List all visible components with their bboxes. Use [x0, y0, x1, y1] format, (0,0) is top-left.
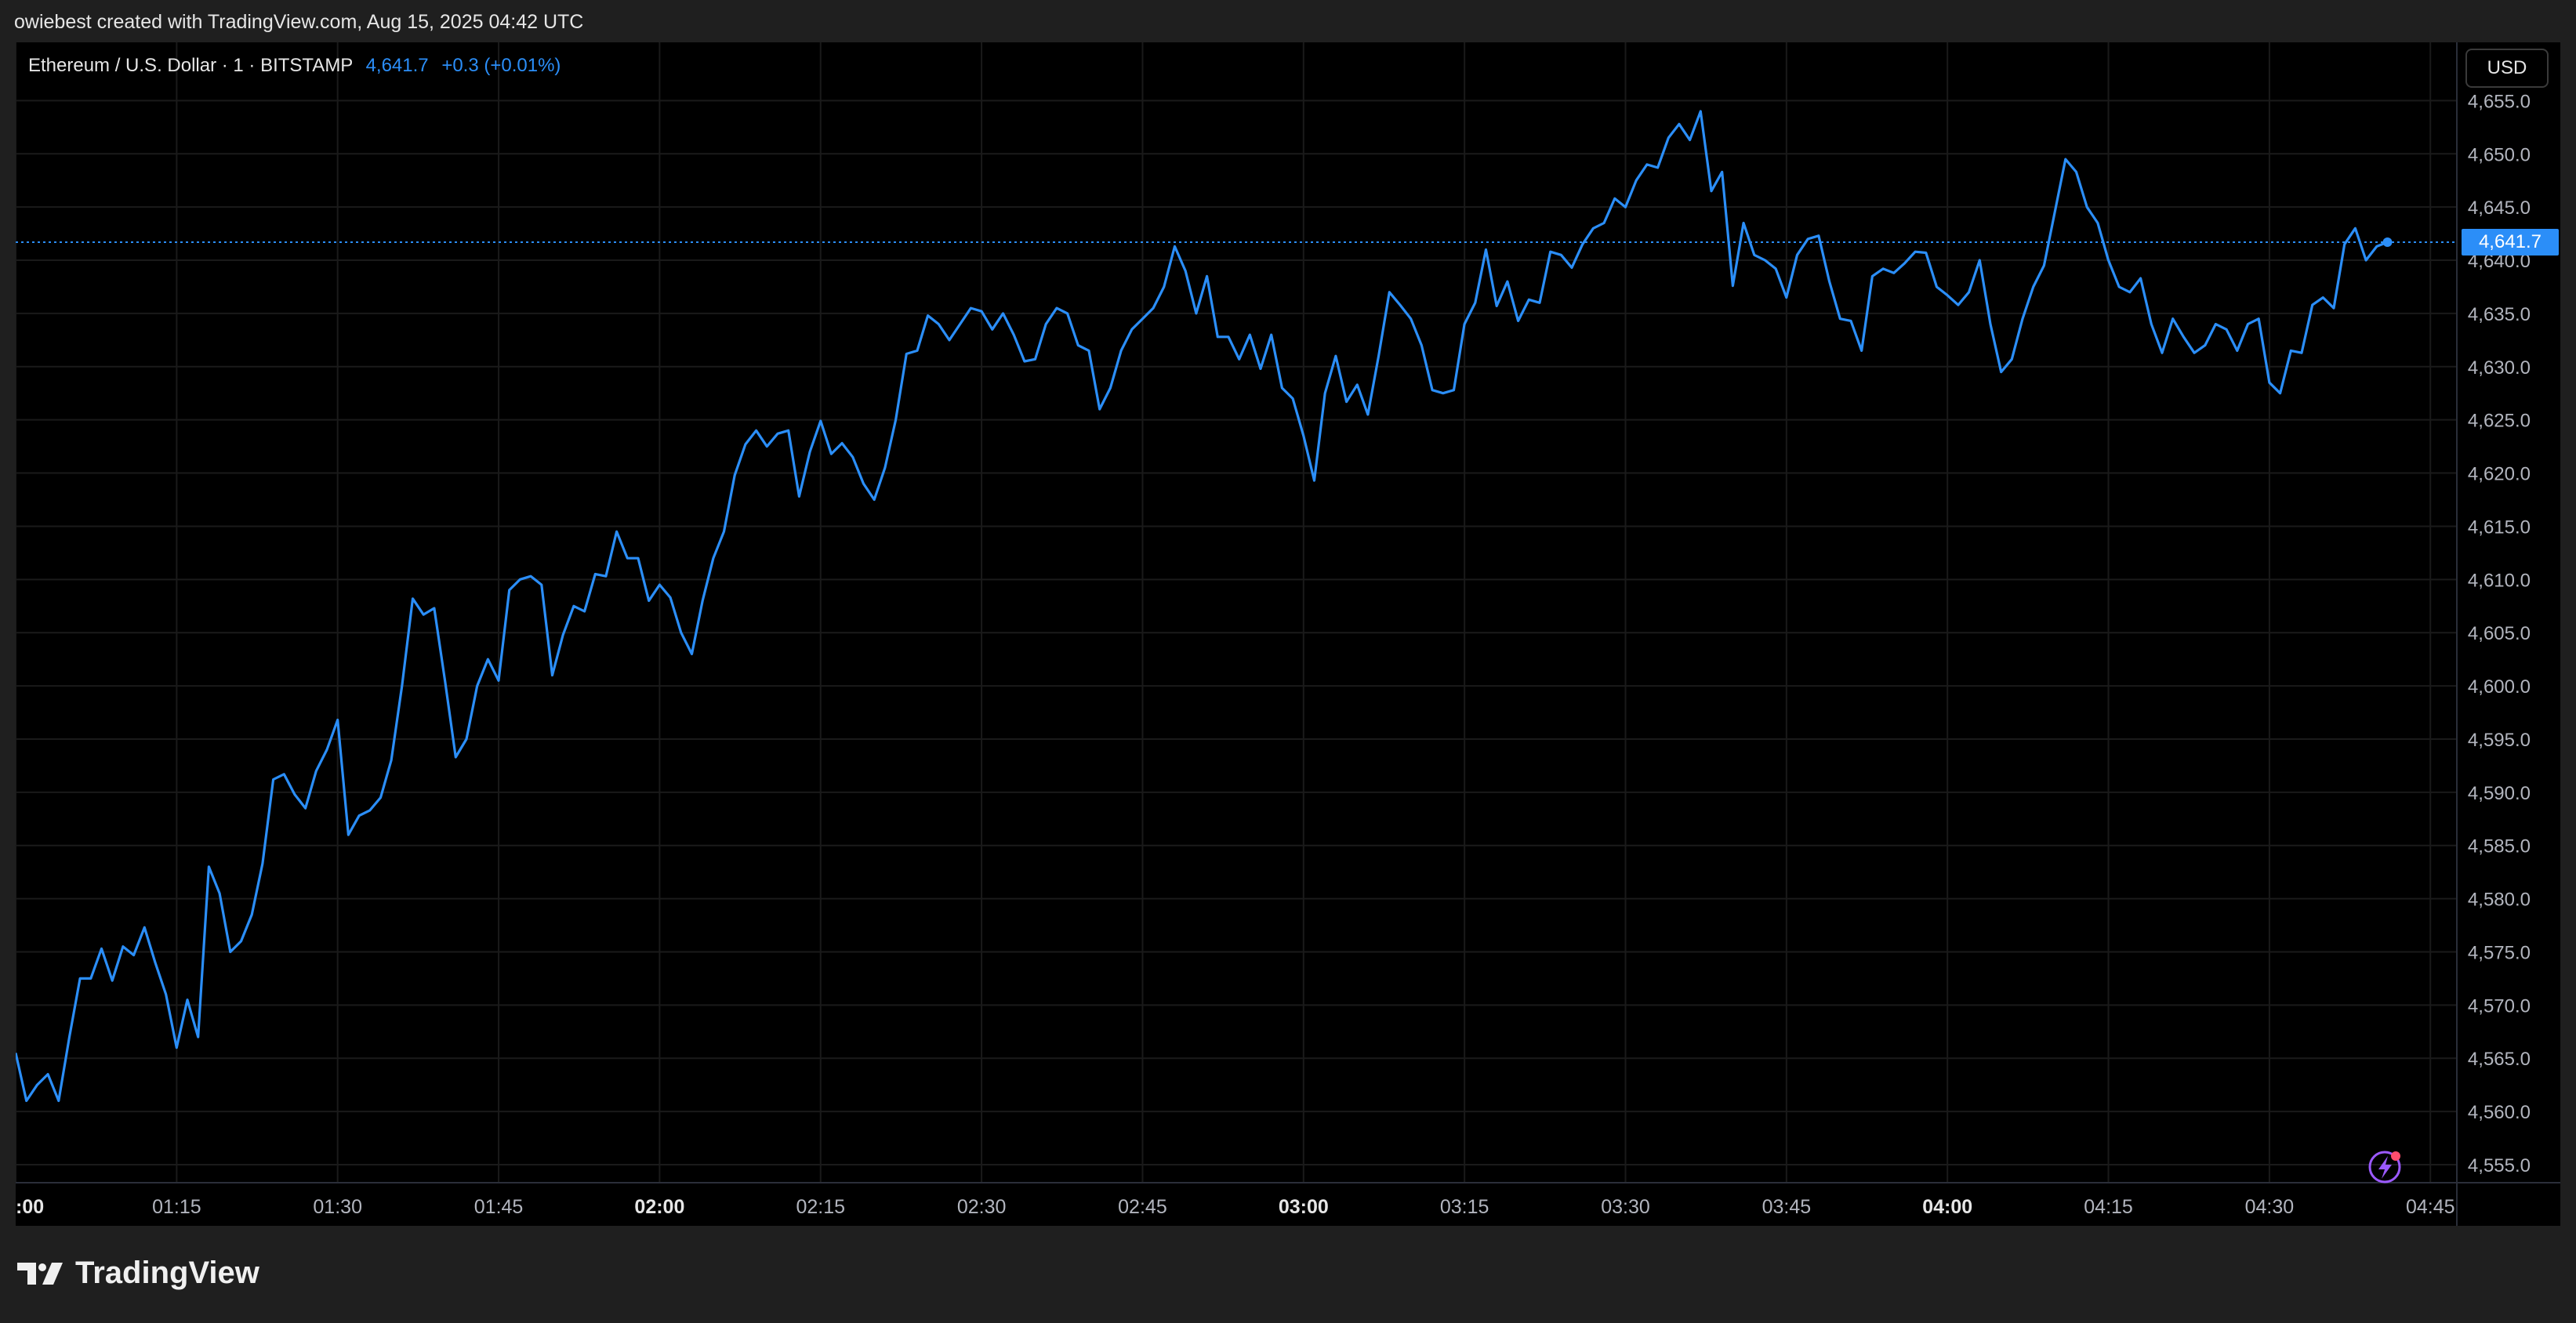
y-tick-label: 4,630.0 — [2468, 357, 2531, 379]
symbol-name[interactable]: Ethereum / U.S. Dollar · 1 · BITSTAMP — [28, 55, 353, 76]
x-tick-label: 03:45 — [1762, 1196, 1812, 1218]
watermark-icon-group — [2368, 1151, 2401, 1183]
x-tick-label: 04:00 — [1922, 1196, 1972, 1218]
y-tick-label: 4,655.0 — [2468, 91, 2531, 112]
y-tick-label: 4,590.0 — [2468, 783, 2531, 804]
x-tick-label: 03:00 — [1279, 1196, 1329, 1218]
y-tick-label: 4,615.0 — [2468, 517, 2531, 538]
y-tick-label: 4,635.0 — [2468, 304, 2531, 325]
y-tick-label: 4,645.0 — [2468, 198, 2531, 219]
y-tick-label: 4,595.0 — [2468, 730, 2531, 751]
y-tick-label: 4,625.0 — [2468, 411, 2531, 432]
y-tick-label: 4,600.0 — [2468, 676, 2531, 698]
y-tick-label: 4,560.0 — [2468, 1102, 2531, 1123]
y-tick-label: 4,575.0 — [2468, 942, 2531, 963]
y-tick-label: 4,620.0 — [2468, 464, 2531, 485]
y-tick-label: 4,580.0 — [2468, 890, 2531, 911]
x-tick-label: 01:15 — [152, 1196, 201, 1218]
tradingview-logo-icon — [17, 1262, 66, 1285]
x-tick-label: 03:30 — [1601, 1196, 1650, 1218]
tradingview-logo[interactable]: TradingView — [17, 1256, 259, 1291]
currency-button[interactable]: USD — [2465, 49, 2549, 88]
x-tick-label: 04:30 — [2245, 1196, 2295, 1218]
x-tick-label: 01:30 — [313, 1196, 362, 1218]
legend-change: +0.3 (+0.01%) — [441, 55, 561, 76]
price-chart-svg[interactable]: 4,555.0 4,560.0 4,565.0 4,570.0 4,575.0 4,580… — [16, 42, 2560, 1226]
y-tick-label: 4,605.0 — [2468, 623, 2531, 644]
last-price-dot — [2382, 237, 2393, 247]
y-tick-label: 4,570.0 — [2468, 995, 2531, 1017]
badge-dot — [2391, 1151, 2400, 1161]
tradingview-brand-text: TradingView — [75, 1256, 259, 1290]
x-tick-label: :00 — [16, 1196, 44, 1218]
legend-price: 4,641.7 — [365, 55, 429, 76]
x-tick-label: 03:15 — [1440, 1196, 1489, 1218]
x-axis-labels: :00 01:15 01:30 01:45 02:00 02:15 02:30 02:45 03… — [16, 1196, 2455, 1218]
chart-pane[interactable]: 4,555.0 4,560.0 4,565.0 4,570.0 4,575.0 4,580… — [16, 42, 2560, 1226]
symbol-legend[interactable]: Ethereum / U.S. Dollar · 1 · BITSTAMP 4,… — [28, 55, 561, 77]
bolt-glyph — [2378, 1156, 2392, 1179]
x-tick-label: 02:45 — [1118, 1196, 1167, 1218]
created-with-header: owiebest created with TradingView.com, A… — [14, 11, 584, 33]
x-tick-label: 02:15 — [796, 1196, 845, 1218]
x-tick-label: 01:45 — [474, 1196, 524, 1218]
x-tick-label: 02:00 — [634, 1196, 684, 1218]
last-price-label: 4,641.7 — [2462, 228, 2559, 256]
y-tick-label: 4,555.0 — [2468, 1155, 2531, 1176]
axis-dividers — [16, 42, 2560, 1226]
y-tick-label: 4,610.0 — [2468, 570, 2531, 591]
x-tick-label: 04:45 — [2406, 1196, 2455, 1218]
y-tick-label: 4,565.0 — [2468, 1049, 2531, 1070]
x-tick-label: 02:30 — [957, 1196, 1007, 1218]
y-tick-label: 4,650.0 — [2468, 144, 2531, 165]
y-tick-label: 4,585.0 — [2468, 836, 2531, 857]
x-tick-label: 04:15 — [2084, 1196, 2133, 1218]
